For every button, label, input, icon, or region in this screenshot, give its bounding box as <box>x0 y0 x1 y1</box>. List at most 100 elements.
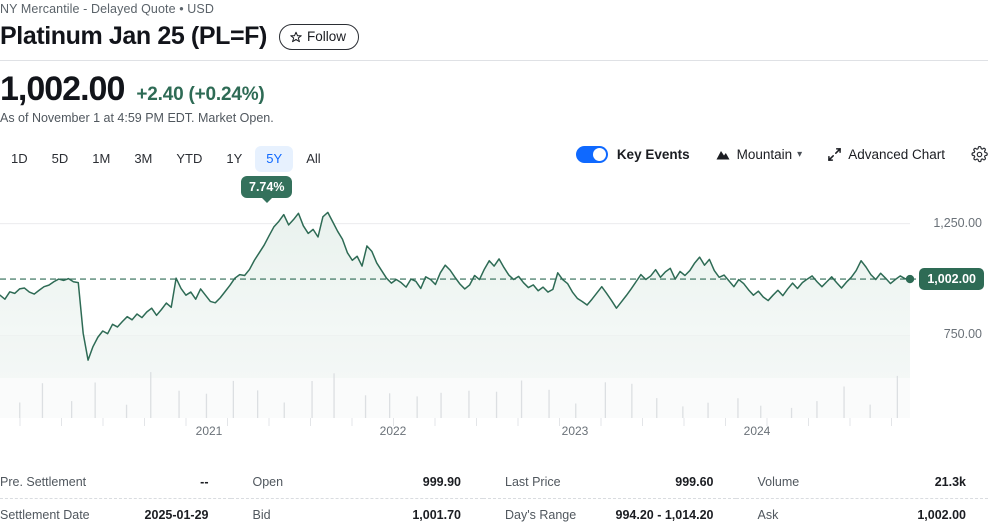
volume-bar <box>656 398 658 418</box>
key-events-switch[interactable] <box>575 146 608 163</box>
range-button-ytd[interactable]: YTD <box>165 146 213 172</box>
header-divider <box>0 60 988 61</box>
chart-toolbar: 1D 5D 1M 3M YTD 1Y 5Y All Key Events Mountain ▾ <box>0 146 988 174</box>
volume-bar <box>760 405 762 418</box>
stat-cell: Pre. Settlement -- <box>0 466 231 499</box>
chart-tools: Key Events Mountain ▾ Advanced Chart <box>575 146 988 163</box>
stat-label: Volume <box>757 475 800 489</box>
quote-price-row: 1,002.00 +2.40 (+0.24%) <box>0 70 265 109</box>
price-chart[interactable]: 1,250.00 750.00 1,002.00 7.74% 2021 2022 2… <box>0 176 988 438</box>
stat-label: Pre. Settlement <box>0 475 87 489</box>
chart-type-label: Mountain <box>736 147 793 162</box>
volume-bar <box>71 401 73 418</box>
volume-bar <box>205 393 208 418</box>
quote-timestamp: As of November 1 at 4:59 PM EDT. Market … <box>0 111 274 125</box>
stat-value: 21.3k <box>934 475 966 489</box>
stat-value: -- <box>200 475 209 489</box>
quote-change: +2.40 (+0.24%) <box>136 84 265 105</box>
follow-button[interactable]: Follow <box>278 23 359 50</box>
stat-value: 999.90 <box>422 475 461 489</box>
volume-bar <box>707 402 709 418</box>
stat-cell: Ask 1,002.00 <box>736 499 988 530</box>
exchange-line: NY Mercantile - Delayed Quote • USD <box>0 2 214 16</box>
range-button-1d[interactable]: 1D <box>0 146 39 172</box>
y-axis-label-bottom: 750.00 <box>943 327 982 342</box>
volume-bar <box>283 402 285 418</box>
volume-bar <box>440 392 442 418</box>
page-title: Platinum Jan 25 (PL=F) <box>0 22 267 50</box>
quote-page: NY Mercantile - Delayed Quote • USD Plat… <box>0 0 988 530</box>
volume-bar <box>19 402 21 418</box>
volume-bar <box>816 401 818 418</box>
volume-bar <box>416 396 418 418</box>
volume-bar <box>631 383 633 418</box>
chevron-down-icon: ▾ <box>797 149 803 160</box>
range-selector: 1D 5D 1M 3M YTD 1Y 5Y All <box>0 146 332 172</box>
title-row: Platinum Jan 25 (PL=F) Follow <box>0 22 359 51</box>
range-button-1m[interactable]: 1M <box>81 146 121 172</box>
volume-bar <box>495 391 498 418</box>
range-button-5y[interactable]: 5Y <box>255 146 294 172</box>
table-row: Pre. Settlement -- Open 999.90 Last Price 999… <box>0 466 988 499</box>
advanced-chart-label: Advanced Chart <box>848 147 945 162</box>
stat-cell: Settlement Date 2025-01-29 <box>0 499 231 530</box>
quote-price: 1,002.00 <box>0 70 125 108</box>
stat-cell: Volume 21.3k <box>735 466 988 499</box>
advanced-chart-link[interactable]: Advanced Chart <box>828 147 945 162</box>
last-point-marker <box>905 274 915 284</box>
volume-bar <box>311 381 313 418</box>
gear-icon <box>971 146 988 163</box>
volume-bar <box>575 403 577 418</box>
volume-bar <box>843 386 845 418</box>
volume-bar <box>94 382 96 418</box>
expand-arrows-icon <box>828 148 842 161</box>
volume-bar <box>232 380 234 418</box>
range-button-5d[interactable]: 5D <box>41 146 80 172</box>
stat-cell: Last Price 999.60 <box>483 466 736 499</box>
range-button-all[interactable]: All <box>295 146 331 172</box>
range-button-3m[interactable]: 3M <box>123 146 163 172</box>
stat-cell: Bid 1,001.70 <box>231 499 484 530</box>
x-axis-tick-label: 2022 <box>379 424 407 438</box>
price-chart-svg[interactable] <box>0 182 988 430</box>
volume-bar <box>520 380 523 418</box>
stat-value: 999.60 <box>675 475 714 489</box>
volume-bar <box>737 398 739 418</box>
y-axis-label-top: 1,250.00 <box>933 215 982 230</box>
stat-label: Last Price <box>505 475 561 489</box>
stat-label: Open <box>252 475 284 489</box>
stat-label: Ask <box>757 508 779 522</box>
stat-label: Day's Range <box>505 508 577 522</box>
x-axis-tick-label: 2021 <box>195 424 223 438</box>
x-axis-tick-label: 2023 <box>561 424 589 438</box>
volume-bar <box>125 404 128 418</box>
key-event-badge[interactable]: 7.74% <box>241 176 293 198</box>
volume-bar <box>333 373 335 418</box>
stat-value: 2025-01-29 <box>144 508 209 522</box>
volume-bar <box>389 393 391 418</box>
stat-cell: Open 999.90 <box>230 466 483 499</box>
volume-bar <box>790 407 793 418</box>
chart-type-selector[interactable]: Mountain ▾ <box>716 147 803 162</box>
volume-bar <box>896 375 898 418</box>
stat-label: Bid <box>252 508 271 522</box>
stat-value: 1,001.70 <box>412 508 461 522</box>
key-events-label: Key Events <box>616 147 690 162</box>
volume-bar <box>41 383 44 418</box>
current-price-badge: 1,002.00 <box>919 268 984 291</box>
volume-bar <box>257 390 259 418</box>
x-axis-tick-label: 2024 <box>743 424 771 438</box>
volume-bar <box>682 406 684 418</box>
stat-value: 1,002.00 <box>917 508 966 522</box>
volume-bar <box>604 382 606 418</box>
range-button-1y[interactable]: 1Y <box>215 146 253 172</box>
key-events-toggle[interactable]: Key Events <box>575 146 690 163</box>
mountain-icon <box>716 149 730 160</box>
volume-bar <box>364 395 367 418</box>
volume-bar <box>150 372 152 418</box>
volume-bar <box>468 390 470 418</box>
volume-bar <box>869 404 871 418</box>
table-row: Settlement Date 2025-01-29 Bid 1,001.70 Day'… <box>0 499 988 530</box>
follow-button-label: Follow <box>306 29 346 44</box>
chart-settings-button[interactable] <box>971 146 988 163</box>
